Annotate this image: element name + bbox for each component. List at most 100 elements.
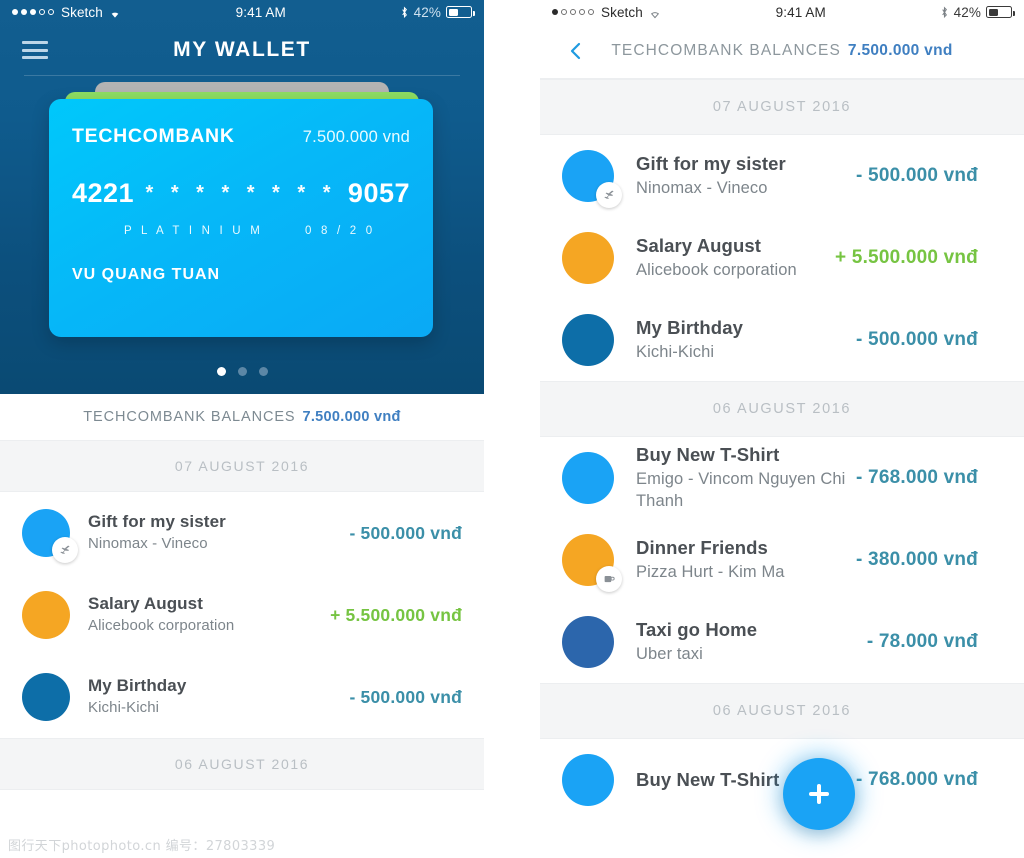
watermark: 图行天下photophoto.cn 编号：27803339: [8, 839, 276, 854]
transaction-subtitle: Uber taxi: [636, 645, 703, 664]
avatar: [562, 150, 622, 208]
battery-percent: 42%: [413, 4, 441, 20]
table-row[interactable]: Taxi go Home Uber taxi - 78.000 vnđ: [540, 601, 1024, 683]
table-row[interactable]: Buy New T-Shirt Emigo - Vincom Nguyen Ch…: [540, 437, 1024, 519]
avatar: [562, 754, 614, 806]
airplane-icon: [52, 537, 78, 563]
transaction-amount: + 5.500.000 vnđ: [835, 247, 978, 268]
avatar: [562, 534, 622, 592]
status-bar-right-group: 42%: [940, 5, 1015, 20]
transaction-title: Salary August: [88, 594, 203, 614]
transaction-title: Dinner Friends: [636, 537, 768, 559]
transaction-text: My Birthday Kichi-Kichi: [636, 316, 856, 363]
transaction-title: Salary August: [636, 235, 762, 257]
card-carousel[interactable]: TECHCOMBANK 7.500.000 vnd 4221 * * * * *…: [0, 76, 484, 376]
pager-dot-2[interactable]: [237, 367, 247, 376]
screenshot-canvas: Sketch 9:41 AM 42% MY WALLET TECHCOMBANK…: [0, 0, 1024, 858]
transaction-list-right-2: Buy New T-Shirt Emigo - Vincom Nguyen Ch…: [540, 437, 1024, 683]
balance-value: 7.500.000 vnd: [847, 42, 953, 59]
bluetooth-icon: [400, 6, 409, 19]
transaction-list-left: Gift for my sister Ninomax - Vineco - 50…: [0, 492, 484, 738]
carousel-pager[interactable]: [0, 367, 484, 376]
avatar-circle: [22, 591, 70, 639]
credit-card-front[interactable]: TECHCOMBANK 7.500.000 vnd 4221 * * * * *…: [49, 99, 433, 337]
page-title: MY WALLET: [173, 38, 311, 61]
avatar: [562, 232, 614, 284]
balance-summary-bar: TECHCOMBANK BALANCES 7.500.000 vnđ: [0, 394, 484, 440]
avatar: [22, 673, 70, 721]
carrier-name: Sketch: [601, 4, 643, 20]
navbar-left: MY WALLET: [0, 24, 484, 76]
avatar: [562, 616, 614, 668]
bluetooth-icon: [940, 6, 949, 19]
avatar: [562, 314, 614, 366]
avatar-circle: [562, 754, 614, 806]
wifi-icon: [108, 7, 122, 18]
balance-label: TECHCOMBANK BALANCES: [83, 409, 296, 425]
transaction-text: Buy New T-Shirt Emigo - Vincom Nguyen Ch…: [636, 443, 856, 513]
avatar: [562, 452, 614, 504]
card-number-mask-2: * * * *: [246, 182, 337, 204]
card-header-row: TECHCOMBANK 7.500.000 vnd: [72, 125, 410, 148]
transaction-title: Gift for my sister: [88, 512, 226, 532]
card-bank-name: TECHCOMBANK: [72, 125, 235, 147]
transaction-subtitle: Ninomax - Vineco: [88, 535, 208, 553]
table-row[interactable]: Gift for my sister Ninomax - Vineco - 50…: [540, 135, 1024, 217]
transaction-amount: - 500.000 vnđ: [856, 329, 978, 350]
transaction-title: Taxi go Home: [636, 619, 758, 641]
status-bar-time: 9:41 AM: [775, 4, 826, 20]
status-bar-time: 9:41 AM: [235, 4, 286, 20]
transaction-amount: + 5.500.000 vnđ: [330, 604, 462, 625]
transaction-amount: - 78.000 vnđ: [866, 631, 978, 652]
transaction-list-right-1: Gift for my sister Ninomax - Vineco - 50…: [540, 135, 1024, 381]
table-row[interactable]: Salary August Alicebook corporation + 5.…: [0, 574, 484, 656]
chevron-left-icon[interactable]: [566, 41, 586, 61]
right-phone-screen: Sketch 9:41 AM 42% TECHCOMBANK BALANCES …: [540, 0, 1024, 858]
airplane-icon: [596, 182, 622, 208]
card-balance: 7.500.000 vnd: [302, 128, 410, 146]
card-number-mask-1: * * * *: [145, 182, 236, 204]
transaction-subtitle: Emigo - Vincom Nguyen Chi Thanh: [636, 470, 846, 511]
transaction-amount: - 500.000 vnđ: [856, 165, 978, 186]
pager-dot-1[interactable]: [216, 367, 226, 376]
date-separator: 06 AUGUST 2016: [0, 738, 484, 790]
table-row[interactable]: Salary August Alicebook corporation + 5.…: [540, 217, 1024, 299]
table-row[interactable]: My Birthday Kichi-Kichi - 500.000 vnđ: [540, 299, 1024, 381]
card-holder-name: VU QUANG TUAN: [72, 266, 221, 283]
avatar-circle: [562, 232, 614, 284]
date-separator: 06 AUGUST 2016: [540, 683, 1024, 739]
transaction-text: My Birthday Kichi-Kichi: [88, 675, 349, 718]
table-row[interactable]: Dinner Friends Pizza Hurt - Kim Ma - 380…: [540, 519, 1024, 601]
status-bar-right: Sketch 9:41 AM 42%: [540, 0, 1024, 24]
transaction-amount: - 768.000 vnđ: [856, 769, 978, 790]
card-number-last: 9057: [347, 178, 410, 208]
plus-icon: [809, 784, 829, 804]
avatar-circle: [562, 616, 614, 668]
transaction-title: My Birthday: [636, 317, 743, 339]
date-separator: 07 AUGUST 2016: [540, 79, 1024, 135]
pager-dot-3[interactable]: [258, 367, 268, 376]
balance-label: TECHCOMBANK BALANCES: [611, 42, 841, 59]
card-number-row: 4221 * * * * * * * * 9057: [72, 178, 410, 209]
table-row[interactable]: Gift for my sister Ninomax - Vineco - 50…: [0, 492, 484, 574]
transaction-amount: - 500.000 vnđ: [349, 686, 462, 707]
date-separator: 06 AUGUST 2016: [540, 381, 1024, 437]
avatar: [22, 591, 70, 639]
add-transaction-button[interactable]: [783, 758, 855, 830]
navbar-right: TECHCOMBANK BALANCES 7.500.000 vnd: [540, 24, 1024, 79]
avatar-circle: [562, 314, 614, 366]
table-row[interactable]: My Birthday Kichi-Kichi - 500.000 vnđ: [0, 656, 484, 738]
table-row[interactable]: Buy New T-Shirt - 768.000 vnđ: [540, 739, 1024, 821]
status-bar-left-group: Sketch: [12, 5, 122, 20]
card-expiry: 0 8 / 2 0: [304, 225, 376, 237]
avatar-circle: [562, 452, 614, 504]
transaction-subtitle: Kichi-Kichi: [88, 699, 160, 717]
transaction-amount: - 380.000 vnđ: [856, 549, 978, 570]
avatar: [22, 509, 78, 563]
card-number-first: 4221: [72, 178, 135, 208]
hamburger-menu-icon[interactable]: [22, 41, 48, 59]
transaction-list-right-3: Buy New T-Shirt - 768.000 vnđ: [540, 739, 1024, 821]
transaction-subtitle: Alicebook corporation: [636, 261, 797, 280]
food-icon: [596, 566, 622, 592]
transaction-amount: - 500.000 vnđ: [349, 522, 462, 543]
